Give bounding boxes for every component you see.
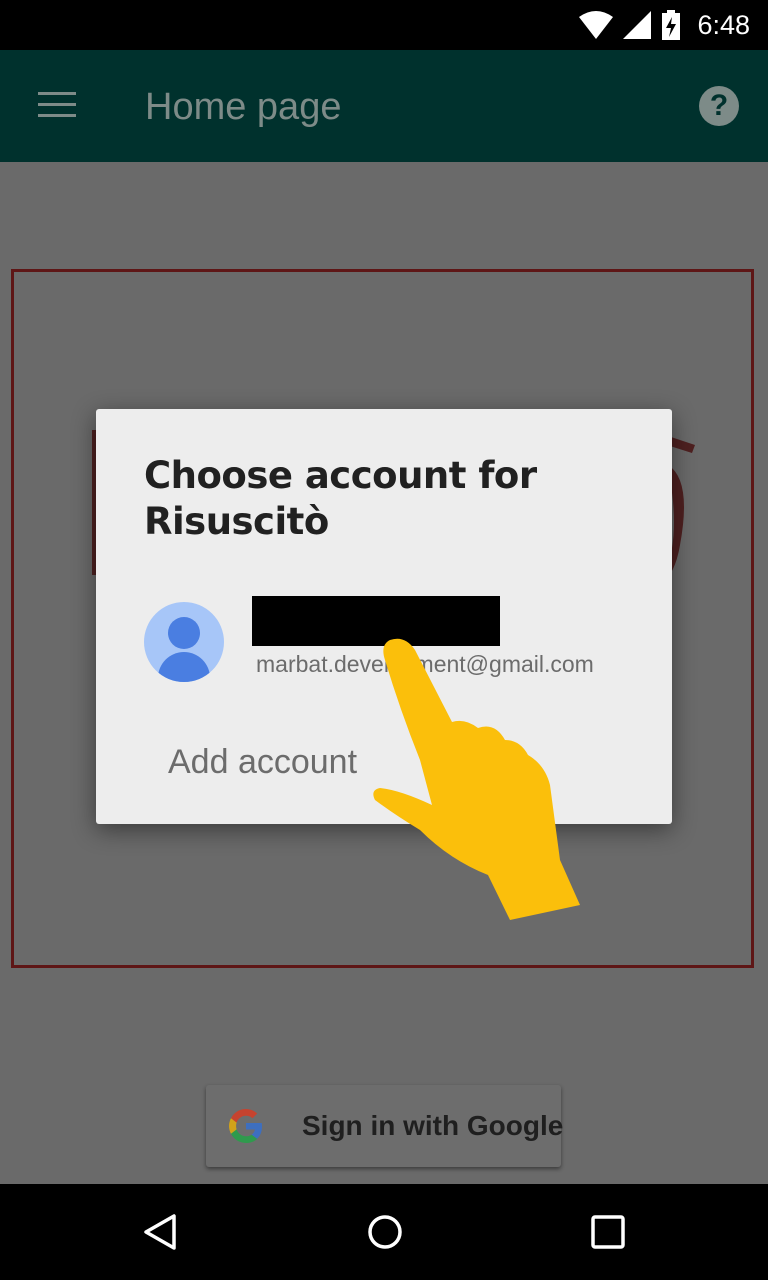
- recents-icon[interactable]: [590, 1214, 626, 1250]
- status-time: 6:48: [697, 9, 750, 40]
- pointing-hand-icon: [373, 638, 580, 920]
- page-title: Home page: [145, 86, 342, 128]
- status-bar: 6:48: [0, 0, 768, 50]
- help-icon[interactable]: ?: [699, 86, 739, 126]
- google-g-icon: [229, 1109, 262, 1143]
- avatar-body: [158, 652, 210, 682]
- account-avatar-icon[interactable]: [144, 602, 224, 682]
- back-icon[interactable]: [140, 1212, 180, 1252]
- sign-in-label: Sign in with Google: [302, 1110, 564, 1141]
- app-toolbar: [0, 50, 768, 162]
- dialog-title: Choose account for Risuscitò: [144, 454, 537, 543]
- status-icons: 6:48: [579, 8, 750, 42]
- wifi-icon: [579, 11, 614, 39]
- signal-icon: [623, 11, 652, 39]
- avatar-head: [168, 617, 200, 649]
- menu-icon[interactable]: [38, 92, 76, 120]
- home-icon[interactable]: [365, 1212, 405, 1252]
- battery-charging-icon: [662, 10, 681, 40]
- add-account-button[interactable]: Add account: [168, 743, 357, 782]
